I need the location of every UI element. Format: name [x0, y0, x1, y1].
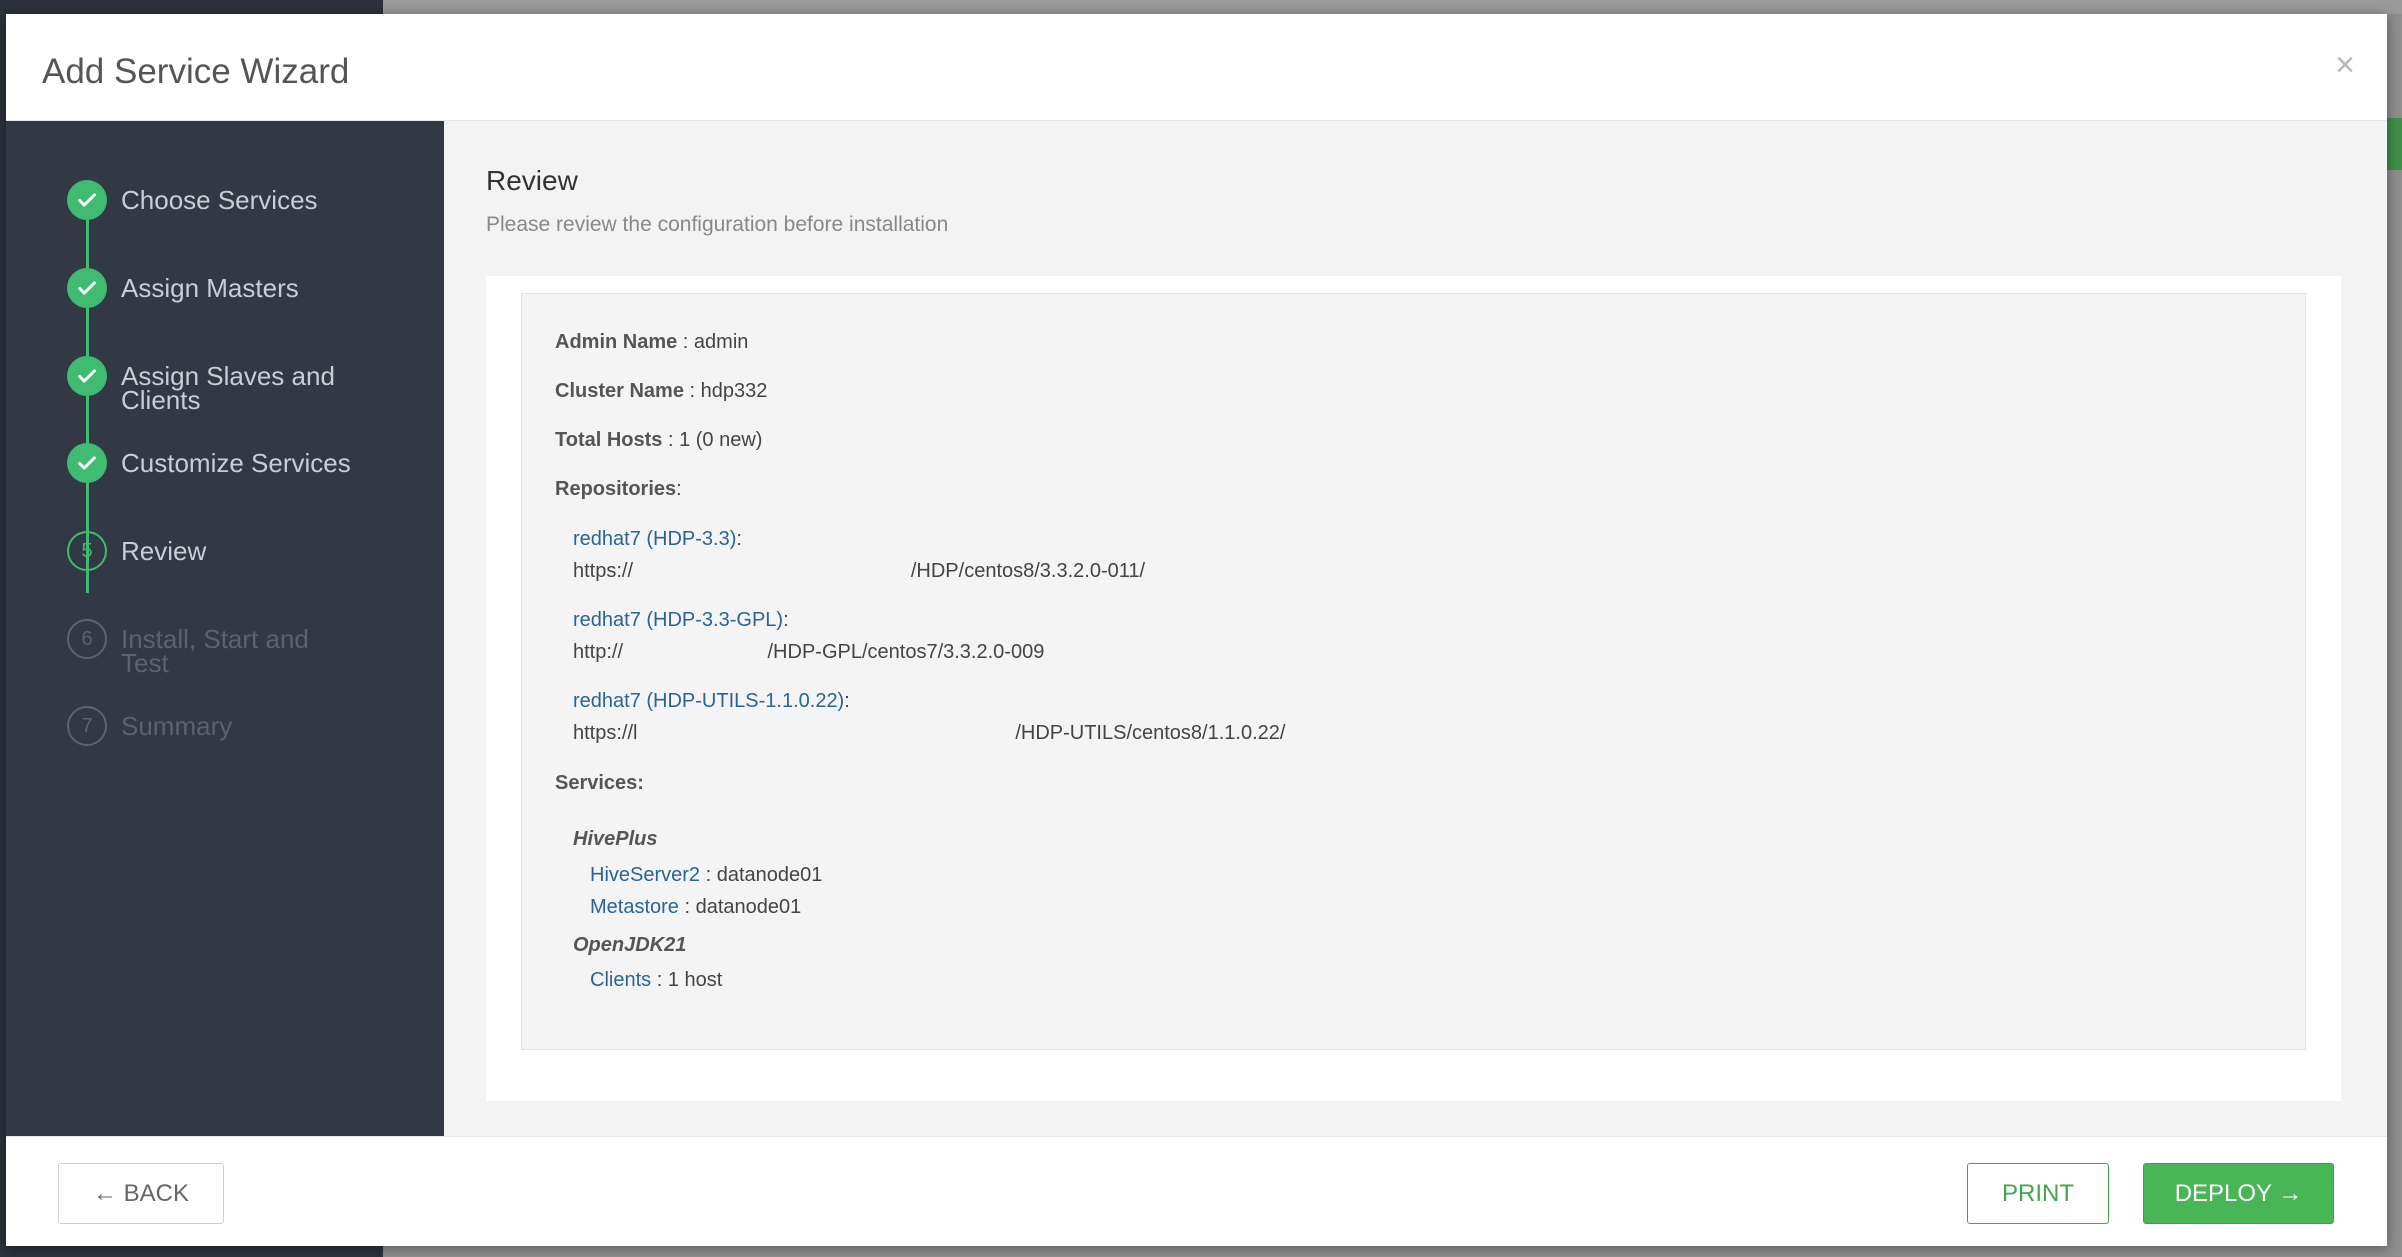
step-label: Assign Masters: [121, 273, 299, 303]
step-label: Assign Slaves and Clients: [121, 361, 335, 415]
component-row: Metastore : datanode01: [590, 896, 802, 918]
repo-name: redhat7 (HDP-3.3-GPL):: [573, 609, 789, 631]
step-label: Summary: [121, 711, 233, 741]
step-assign-slaves-clients[interactable]: Assign Slaves and Clients: [67, 356, 361, 415]
service-name: OpenJDK21: [573, 934, 687, 956]
component-row: Clients : 1 host: [590, 969, 723, 991]
component-name: Metastore: [590, 896, 679, 918]
repo-url: http:// /HDP-GPL/centos7/3.3.2.0-009: [573, 641, 1045, 663]
modal-footer: ← BACK PRINT DEPLOY →: [6, 1136, 2387, 1246]
step-label: Customize Services: [121, 448, 351, 478]
step-number-icon: 7: [67, 706, 107, 746]
component-name: Clients: [590, 969, 652, 991]
services-row: Services:: [555, 772, 644, 795]
component-value: 1 host: [667, 969, 723, 991]
print-button[interactable]: PRINT: [1967, 1163, 2109, 1224]
cluster-name-value: hdp332: [700, 380, 768, 402]
page-subtitle: Please review the configuration before i…: [486, 213, 949, 236]
repo-name: redhat7 (HDP-3.3):: [573, 528, 742, 550]
cluster-name-row: Cluster Name : hdp332: [555, 380, 768, 402]
step-label: Review: [121, 536, 207, 566]
repositories-row: Repositories:: [555, 478, 682, 500]
review-summary-box[interactable]: Admin Name : admin Cluster Name : hdp332…: [521, 293, 2306, 1050]
component-value: datanode01: [716, 864, 823, 886]
admin-name-value: admin: [693, 331, 749, 353]
page-title: Review: [486, 165, 578, 196]
repo-name: redhat7 (HDP-UTILS-1.1.0.22):: [573, 690, 850, 712]
step-label: Install, Start and Test: [121, 624, 309, 678]
repositories-label: Repositories: [555, 478, 677, 500]
step-summary: 7 Summary: [67, 706, 361, 746]
step-install-start-test: 6 Install, Start and Test: [67, 619, 361, 678]
checkmark-icon: [67, 268, 107, 308]
admin-name-label: Admin Name: [555, 331, 678, 353]
add-service-wizard-modal: Add Service Wizard × Choose Services Ass…: [6, 14, 2387, 1246]
services-label: Services:: [555, 772, 644, 794]
cluster-name-label: Cluster Name: [555, 380, 684, 402]
total-hosts-value: 1 (0 new): [679, 429, 763, 451]
admin-name-row: Admin Name : admin: [555, 331, 749, 353]
modal-title: Add Service Wizard: [42, 52, 350, 91]
checkmark-icon: [67, 443, 107, 483]
background-topbar: [383, 0, 2402, 14]
total-hosts-label: Total Hosts: [555, 429, 663, 451]
checkmark-icon: [67, 180, 107, 220]
step-label: Choose Services: [121, 185, 318, 215]
component-value: datanode01: [695, 896, 802, 918]
wizard-steps-sidebar: Choose Services Assign Masters Assign Sl…: [6, 121, 444, 1136]
total-hosts-row: Total Hosts : 1 (0 new): [555, 429, 763, 451]
modal-body: Choose Services Assign Masters Assign Sl…: [6, 121, 2387, 1136]
close-icon[interactable]: ×: [2335, 48, 2355, 82]
step-assign-masters[interactable]: Assign Masters: [67, 268, 361, 308]
deploy-button[interactable]: DEPLOY →: [2143, 1163, 2334, 1224]
repo-url: https://l /HDP-UTILS/centos8/1.1.0.22/: [573, 722, 1286, 744]
modal-header: Add Service Wizard ×: [6, 14, 2387, 121]
service-name: HivePlus: [573, 828, 658, 850]
component-name: HiveServer2: [590, 864, 701, 886]
step-choose-services[interactable]: Choose Services: [67, 180, 361, 220]
step-customize-services[interactable]: Customize Services: [67, 443, 361, 483]
repo-url: https:// /HDP/centos8/3.3.2.0-011/: [573, 560, 1146, 582]
review-panel: Admin Name : admin Cluster Name : hdp332…: [486, 276, 2341, 1101]
step-number-icon: 6: [67, 619, 107, 659]
review-content: Review Please review the configuration b…: [444, 121, 2387, 1136]
component-row: HiveServer2 : datanode01: [590, 864, 823, 886]
back-button[interactable]: ← BACK: [58, 1163, 224, 1224]
step-number-icon: 5: [67, 531, 107, 571]
checkmark-icon: [67, 356, 107, 396]
step-review[interactable]: 5 Review: [67, 531, 361, 571]
